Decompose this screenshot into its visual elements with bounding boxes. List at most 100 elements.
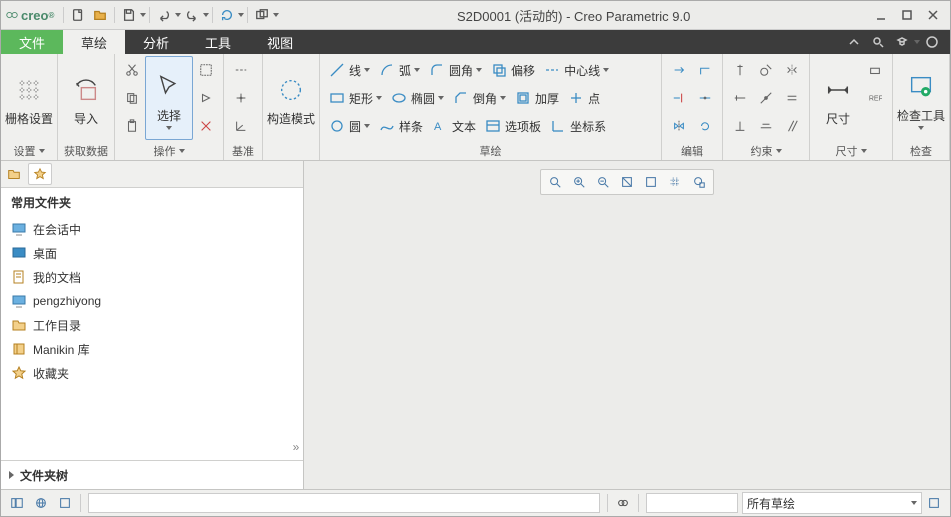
inspect-tools-button[interactable]: 检查工具 — [897, 56, 945, 140]
sb-find-icon[interactable] — [612, 493, 634, 513]
repaint-icon[interactable] — [616, 172, 638, 192]
refit-icon[interactable] — [544, 172, 566, 192]
mirror-icon[interactable] — [668, 115, 690, 137]
favorites-tab[interactable] — [28, 163, 52, 185]
construction-mode-button[interactable]: 构造模式 — [267, 56, 315, 140]
open-file-button[interactable] — [90, 5, 110, 25]
panel-collapse-icon[interactable]: » — [293, 440, 300, 454]
rectangle-button[interactable]: 矩形 — [324, 85, 386, 111]
sb-browser-icon[interactable] — [30, 493, 52, 513]
baseline-dim-icon[interactable] — [864, 59, 886, 81]
datum-centerline-icon[interactable] — [230, 59, 252, 81]
datum-csys-icon[interactable] — [230, 115, 252, 137]
folder-item[interactable]: 桌面 — [1, 241, 289, 265]
import-button[interactable]: 导入 — [62, 56, 110, 140]
sketch-view-icon[interactable] — [688, 172, 710, 192]
dimension-button[interactable]: 尺寸 — [814, 56, 862, 140]
next-icon[interactable] — [195, 87, 217, 109]
line-button[interactable]: 线 — [324, 57, 374, 83]
learn-icon[interactable] — [892, 32, 912, 52]
select-items-icon[interactable] — [195, 59, 217, 81]
sb-show-navigator-icon[interactable] — [6, 493, 28, 513]
folder-item[interactable]: 在会话中 — [1, 217, 289, 241]
sb-fullscreen-icon[interactable] — [54, 493, 76, 513]
palette-button[interactable]: 选项板 — [480, 113, 545, 139]
coincident-constraint-icon[interactable] — [755, 115, 777, 137]
grid-display-icon[interactable] — [664, 172, 686, 192]
redo-button[interactable] — [182, 5, 202, 25]
parallel-constraint-icon[interactable] — [781, 115, 803, 137]
save-dropdown-icon[interactable] — [140, 13, 146, 17]
fillet-button[interactable]: 圆角 — [424, 57, 486, 83]
cut-icon[interactable] — [121, 59, 143, 81]
tab-view[interactable]: 视图 — [249, 30, 311, 54]
search-commands-icon[interactable] — [868, 32, 888, 52]
copy-icon[interactable] — [121, 87, 143, 109]
ref-dim-icon[interactable]: REF — [864, 87, 886, 109]
save-button[interactable] — [119, 5, 139, 25]
folder-item[interactable]: Manikin 库 — [1, 337, 289, 361]
group-operate-label[interactable]: 操作 — [119, 142, 219, 160]
chamfer-button[interactable]: 倒角 — [448, 85, 510, 111]
sketcher-display-icon[interactable] — [640, 172, 662, 192]
symmetric-constraint-icon[interactable] — [781, 59, 803, 81]
tab-file[interactable]: 文件 — [1, 30, 63, 54]
ellipse-button[interactable]: 椭圆 — [386, 85, 448, 111]
centerline-button[interactable]: 中心线 — [539, 57, 613, 83]
vertical-constraint-icon[interactable] — [729, 59, 751, 81]
zoom-in-icon[interactable] — [568, 172, 590, 192]
sb-geom-filter-icon[interactable] — [923, 493, 945, 513]
group-constrain-label[interactable]: 约束 — [727, 142, 805, 160]
offset-button[interactable]: 偏移 — [486, 57, 539, 83]
trim-icon[interactable] — [668, 87, 690, 109]
corner-icon[interactable] — [694, 59, 716, 81]
redo-dropdown-icon[interactable] — [203, 13, 209, 17]
datum-point-icon[interactable] — [230, 87, 252, 109]
group-settings-label[interactable]: 设置 — [5, 142, 53, 160]
undo-dropdown-icon[interactable] — [175, 13, 181, 17]
spline-button[interactable]: 样条 — [374, 113, 427, 139]
midpoint-constraint-icon[interactable] — [755, 87, 777, 109]
delete-icon[interactable] — [195, 115, 217, 137]
graphics-area[interactable] — [304, 161, 950, 489]
tab-tools[interactable]: 工具 — [187, 30, 249, 54]
new-file-button[interactable] — [68, 5, 88, 25]
horizontal-constraint-icon[interactable] — [729, 87, 751, 109]
equal-constraint-icon[interactable] — [781, 87, 803, 109]
tangent-constraint-icon[interactable] — [755, 59, 777, 81]
rotate-resize-icon[interactable] — [694, 115, 716, 137]
point-button[interactable]: 点 — [563, 85, 604, 111]
folder-browser-tab[interactable] — [2, 163, 26, 185]
minimize-button[interactable] — [868, 5, 894, 25]
folder-item[interactable]: 收藏夹 — [1, 361, 289, 385]
zoom-out-icon[interactable] — [592, 172, 614, 192]
group-getdata-label: 获取数据 — [62, 142, 110, 160]
undo-button[interactable] — [154, 5, 174, 25]
perpendicular-constraint-icon[interactable] — [729, 115, 751, 137]
folder-item[interactable]: pengzhiyong — [1, 289, 289, 313]
collapse-ribbon-icon[interactable] — [844, 32, 864, 52]
group-dimension-label[interactable]: 尺寸 — [814, 142, 888, 160]
arc-button[interactable]: 弧 — [374, 57, 424, 83]
text-button[interactable]: A文本 — [427, 113, 480, 139]
regen-dropdown-icon[interactable] — [238, 13, 244, 17]
tab-analysis[interactable]: 分析 — [125, 30, 187, 54]
select-button[interactable]: 选择 — [145, 56, 193, 140]
divide-icon[interactable] — [694, 87, 716, 109]
circle-button[interactable]: 圆 — [324, 113, 374, 139]
folder-tree-header[interactable]: 文件夹树 — [1, 460, 303, 489]
paste-icon[interactable] — [121, 115, 143, 137]
folder-item[interactable]: 我的文档 — [1, 265, 289, 289]
maximize-button[interactable] — [894, 5, 920, 25]
windows-button[interactable] — [252, 5, 272, 25]
modify-icon[interactable] — [668, 59, 690, 81]
csys-button[interactable]: 坐标系 — [545, 113, 610, 139]
selection-filter-select[interactable]: 所有草绘 — [742, 492, 922, 514]
tab-sketch[interactable]: 草绘 — [63, 30, 125, 54]
help-icon[interactable] — [922, 32, 942, 52]
thicken-button[interactable]: 加厚 — [510, 85, 563, 111]
close-button[interactable] — [920, 5, 946, 25]
grid-settings-button[interactable]: 栅格设置 — [5, 56, 53, 140]
regenerate-button[interactable] — [217, 5, 237, 25]
folder-item[interactable]: 工作目录 — [1, 313, 289, 337]
